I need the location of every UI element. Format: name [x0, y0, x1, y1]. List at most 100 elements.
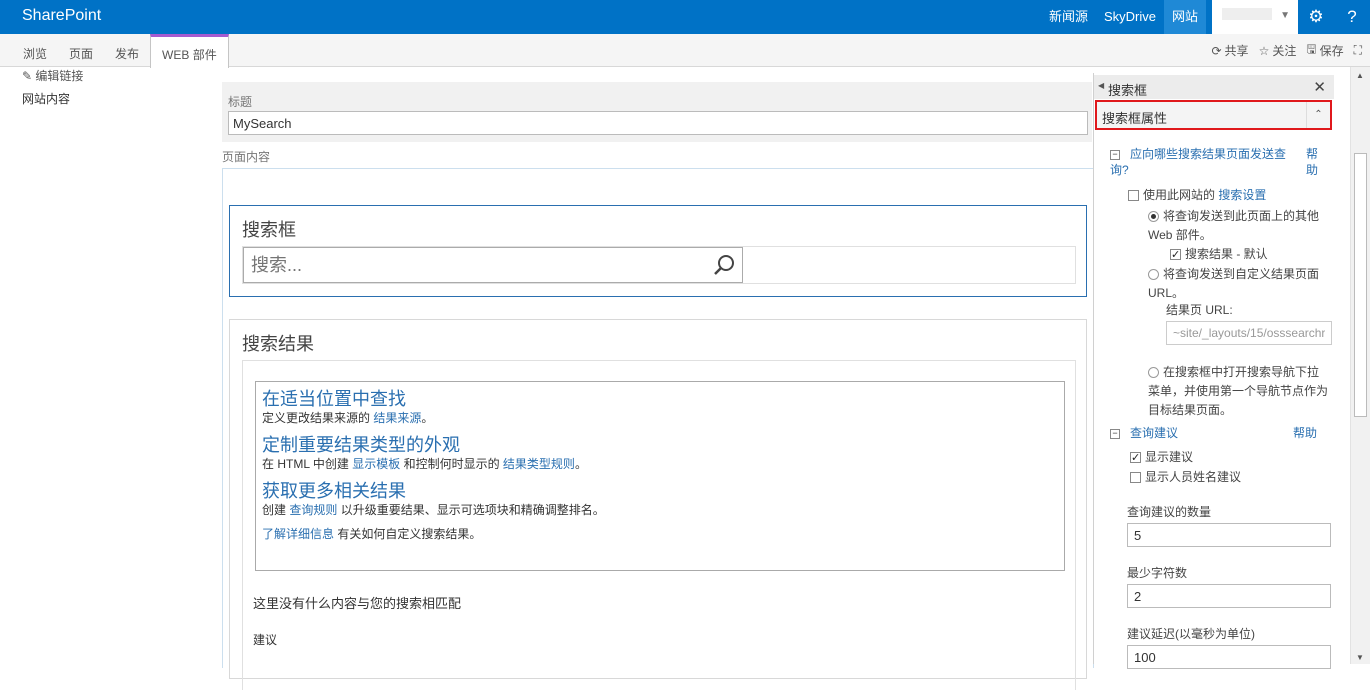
searchbox-webpart[interactable]: 搜索框: [229, 205, 1087, 297]
save-label: 保存: [1319, 44, 1344, 58]
send-to-this-page-label: 将查询发送到此页面上的其他 Web 部件。: [1148, 209, 1320, 242]
show-people-suggestions-option[interactable]: 显示人员姓名建议: [1130, 469, 1241, 485]
expand-collapse-icon[interactable]: −: [1110, 428, 1120, 439]
search-input[interactable]: [243, 247, 743, 283]
result-source-link[interactable]: 结果来源: [373, 411, 421, 425]
result-type-rules-link[interactable]: 结果类型规则: [503, 457, 575, 471]
tip-text-pre: 创建: [262, 503, 290, 517]
properties-section-header[interactable]: 搜索框属性 ⌃: [1095, 100, 1332, 130]
title-input[interactable]: [228, 111, 1088, 135]
learn-more-link[interactable]: 了解详细信息: [262, 527, 334, 541]
app-title[interactable]: SharePoint: [22, 7, 101, 25]
page-scrollbar[interactable]: ▲ ▼: [1350, 67, 1370, 664]
tip-text-post: 。: [574, 457, 587, 471]
user-menu[interactable]: ▼: [1212, 0, 1298, 34]
tab-browse[interactable]: 浏览: [12, 34, 58, 67]
title-label: 标题: [228, 95, 253, 109]
suggestions-label: 建议: [253, 633, 278, 647]
edit-links-label: 编辑链接: [35, 69, 84, 83]
suggestion-delay-input[interactable]: [1127, 645, 1331, 669]
follow-button[interactable]: ☆ 关注: [1259, 42, 1297, 59]
ribbon: 浏览 页面 发布 WEB 部件 ⟳ 共享 ☆ 关注 🖫 保存 ⛶: [0, 34, 1370, 68]
send-to-this-page-option[interactable]: 将查询发送到此页面上的其他 Web 部件。: [1148, 207, 1324, 245]
collapse-icon[interactable]: ⌃: [1306, 102, 1330, 128]
query-suggestions-heading[interactable]: − 查询建议: [1110, 425, 1178, 441]
help-icon[interactable]: ?: [1334, 7, 1370, 27]
focus-icon: ⛶: [1353, 43, 1362, 57]
star-icon: ☆: [1258, 43, 1270, 58]
send-to-custom-url-radio[interactable]: [1148, 269, 1159, 281]
user-name: [1222, 8, 1272, 20]
results-default-checkbox[interactable]: [1170, 247, 1181, 263]
left-nav: ✎ 编辑链接 网站内容: [22, 67, 83, 107]
tab-web-parts[interactable]: WEB 部件: [150, 34, 229, 68]
dropdown-option-label: 在搜索框中打开搜索导航下拉菜单，并使用第一个导航节点作为目标结果页面。: [1148, 365, 1329, 417]
suggestion-count-label: 查询建议的数量: [1127, 505, 1212, 519]
use-site-settings-option[interactable]: 使用此网站的 搜索设置: [1128, 187, 1266, 203]
search-results-webpart[interactable]: 搜索结果 在适当位置中查找 定义更改结果来源的 结果来源。 定制重要结果类型的外…: [229, 319, 1087, 690]
save-button[interactable]: 🖫 保存: [1306, 40, 1343, 61]
send-to-custom-url-option[interactable]: 将查询发送到自定义结果页面 URL。: [1148, 265, 1324, 303]
tip-text: 创建 查询规则 以升级重要结果、显示可选项块和精确调整排名。: [262, 502, 1058, 518]
toplink-newsfeed[interactable]: 新闻源: [1041, 0, 1096, 34]
min-chars-input[interactable]: [1127, 584, 1331, 608]
tool-pane: ◀ 搜索框 ✕ 搜索框属性 ⌃ − 应向哪些搜索结果页面发送查询? 帮助 使用此网…: [1093, 73, 1334, 669]
tab-publish[interactable]: 发布: [104, 34, 150, 67]
page-content-area: 搜索框 搜索结果 在适当位置中查找 定义更改结果来源的 结果来源。 定制重要结果…: [222, 168, 1094, 690]
suite-bar: SharePoint 新闻源 SkyDrive 网站 ▼ ⚙ ?: [0, 0, 1370, 34]
share-icon: ⟳: [1211, 43, 1222, 58]
show-people-suggestions-checkbox[interactable]: [1130, 472, 1141, 484]
learn-more-post: 有关如何自定义搜索结果。: [334, 527, 482, 541]
send-to-custom-url-label: 将查询发送到自定义结果页面 URL。: [1148, 267, 1320, 300]
no-results-message: 这里没有什么内容与您的搜索相匹配: [253, 596, 462, 611]
tip-text: 定义更改结果来源的 结果来源。: [262, 410, 1058, 426]
ribbon-actions: ⟳ 共享 ☆ 关注 🖫 保存 ⛶: [1211, 34, 1362, 67]
suggestion-count-input[interactable]: [1127, 523, 1331, 547]
ribbon-tabs: 浏览 页面 发布 WEB 部件: [12, 34, 229, 68]
tip-heading[interactable]: 在适当位置中查找: [262, 388, 1058, 410]
dropdown-option[interactable]: 在搜索框中打开搜索导航下拉菜单，并使用第一个导航节点作为目标结果页面。: [1148, 363, 1328, 420]
share-button[interactable]: ⟳ 共享: [1211, 42, 1248, 59]
display-templates-link[interactable]: 显示模板: [352, 457, 400, 471]
scrollbar-thumb[interactable]: [1354, 153, 1367, 417]
leftnav-item-site-contents[interactable]: 网站内容: [22, 90, 83, 107]
caret-left-icon[interactable]: ◀: [1098, 81, 1104, 90]
show-suggestions-checkbox[interactable]: [1130, 450, 1141, 466]
results-webpart-title: 搜索结果: [242, 334, 314, 354]
properties-section-title: 搜索框属性: [1102, 111, 1168, 126]
scroll-up-icon[interactable]: ▲: [1356, 71, 1364, 80]
title-field-box: 标题: [222, 82, 1092, 142]
toplink-sites[interactable]: 网站: [1163, 0, 1206, 34]
close-icon[interactable]: ✕: [1313, 78, 1326, 96]
results-inner: 在适当位置中查找 定义更改结果来源的 结果来源。 定制重要结果类型的外观 在 H…: [242, 360, 1076, 690]
pencil-icon: ✎: [22, 69, 33, 83]
help-link[interactable]: 帮助: [1306, 146, 1322, 178]
search-settings-link[interactable]: 搜索设置: [1218, 188, 1266, 202]
follow-label: 关注: [1272, 44, 1297, 58]
result-url-input[interactable]: [1166, 321, 1332, 345]
show-suggestions-option[interactable]: 显示建议: [1130, 449, 1193, 466]
tip-heading[interactable]: 获取更多相关结果: [262, 480, 1058, 502]
toplink-skydrive[interactable]: SkyDrive: [1096, 0, 1164, 34]
page-content-label: 页面内容: [222, 150, 271, 164]
edit-links[interactable]: ✎ 编辑链接: [22, 67, 83, 84]
search-icon[interactable]: [711, 253, 737, 277]
help-link-2[interactable]: 帮助: [1293, 425, 1317, 441]
tab-page[interactable]: 页面: [58, 34, 104, 67]
query-destination-heading[interactable]: − 应向哪些搜索结果页面发送查询?: [1110, 146, 1290, 178]
tip-text-pre: 在 HTML 中创建: [262, 457, 353, 471]
query-suggestions-heading-text: 查询建议: [1130, 426, 1179, 440]
results-default-option[interactable]: 搜索结果 - 默认: [1170, 246, 1268, 263]
focus-button[interactable]: ⛶: [1354, 43, 1362, 58]
send-to-this-page-radio[interactable]: [1148, 211, 1159, 223]
tip-text-pre: 定义更改结果来源的: [262, 411, 374, 425]
dropdown-radio[interactable]: [1148, 367, 1159, 379]
expand-collapse-icon[interactable]: −: [1110, 149, 1120, 160]
gear-icon[interactable]: ⚙: [1298, 7, 1334, 27]
tip-text-post: 。: [421, 411, 434, 425]
scroll-down-icon[interactable]: ▼: [1356, 653, 1364, 662]
tip-heading[interactable]: 定制重要结果类型的外观: [262, 434, 1058, 456]
searchbox-container: [242, 246, 1076, 284]
use-site-settings-checkbox[interactable]: [1128, 190, 1139, 202]
query-rules-link[interactable]: 查询规则: [289, 503, 337, 517]
